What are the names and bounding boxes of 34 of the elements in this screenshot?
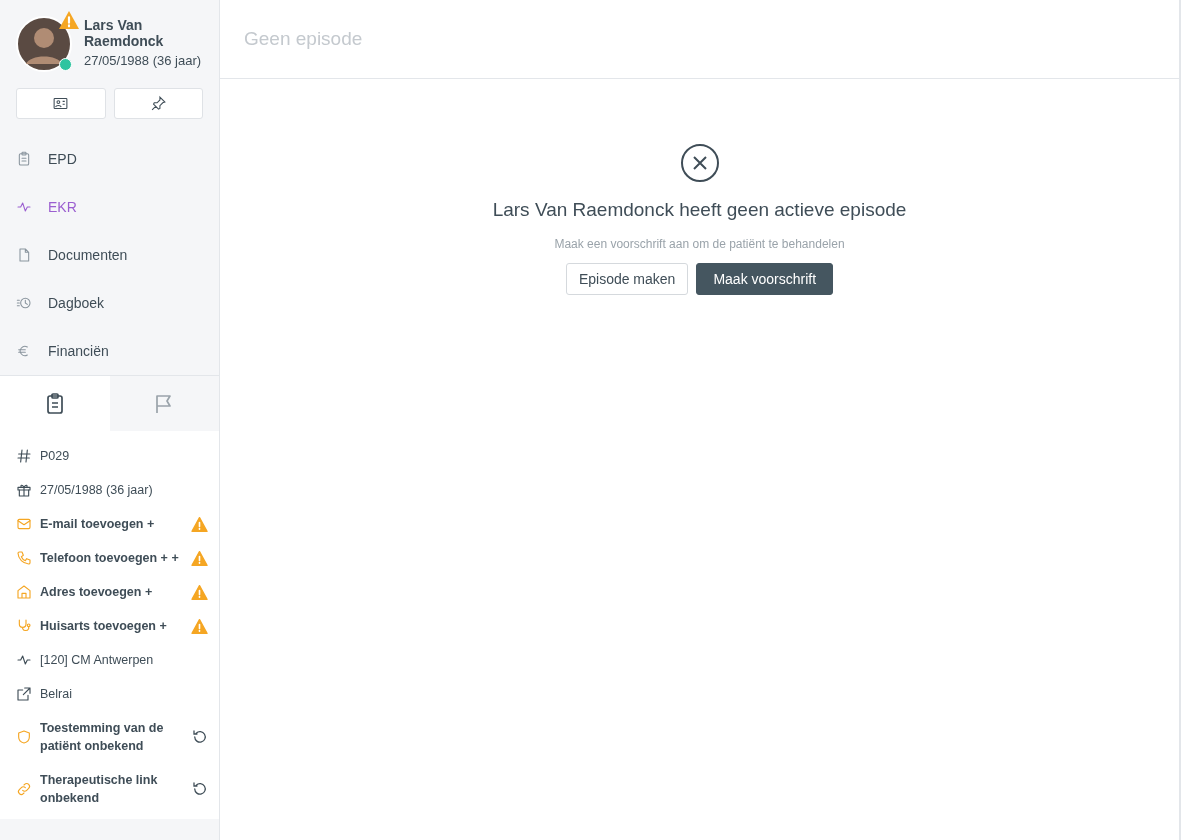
- clipboard-icon: [16, 151, 32, 167]
- nav-item[interactable]: Documenten: [0, 231, 219, 279]
- clipboard-tab[interactable]: [0, 376, 110, 431]
- info-label[interactable]: E-mail toevoegen +: [40, 515, 183, 533]
- patient-birthdate: 27/05/1988 (36 jaar): [84, 53, 202, 68]
- refresh-icon[interactable]: [191, 780, 209, 798]
- id-card-icon: [52, 95, 70, 112]
- empty-state-subtitle: Maak een voorschrift aan om de patiënt te behandelen: [554, 237, 845, 251]
- nav-item[interactable]: EPD: [0, 135, 219, 183]
- info-label: [120] CM Antwerpen: [40, 652, 155, 669]
- info-label[interactable]: Adres toevoegen +: [40, 583, 183, 601]
- file-icon: [16, 247, 32, 263]
- close-circle-icon: [679, 143, 720, 183]
- avatar-silhouette: [16, 16, 72, 72]
- info-label: P029: [40, 448, 71, 465]
- nav-item[interactable]: EKR: [0, 183, 219, 231]
- pin-icon: [149, 95, 167, 112]
- id-card-button[interactable]: [16, 88, 106, 119]
- info-label[interactable]: Toestemming van de patiënt onbekend: [40, 719, 183, 755]
- history-icon: [16, 295, 32, 311]
- prescription-button[interactable]: Maak voorschrift: [696, 263, 834, 295]
- info-label[interactable]: Therapeutische link onbekend: [40, 771, 183, 807]
- episode-title: Geen episode: [244, 28, 363, 50]
- pulse-icon: [16, 199, 32, 215]
- info-label[interactable]: Telefoon toevoegen + +: [40, 549, 183, 567]
- refresh-icon[interactable]: [191, 728, 209, 746]
- patient-name: Lars Van Raemdonck: [84, 17, 165, 49]
- info-label[interactable]: Huisarts toevoegen +: [40, 617, 183, 635]
- episode-button[interactable]: Episode maken: [565, 263, 689, 295]
- nav-item[interactable]: Dagboek: [0, 279, 219, 327]
- info-label: Belrai: [40, 686, 73, 703]
- empty-state-title: Lars Van Raemdonck heeft geen actieve episode: [492, 199, 907, 221]
- nav-item[interactable]: Financiën: [0, 327, 219, 375]
- info-label: 27/05/1988 (36 jaar): [40, 482, 154, 499]
